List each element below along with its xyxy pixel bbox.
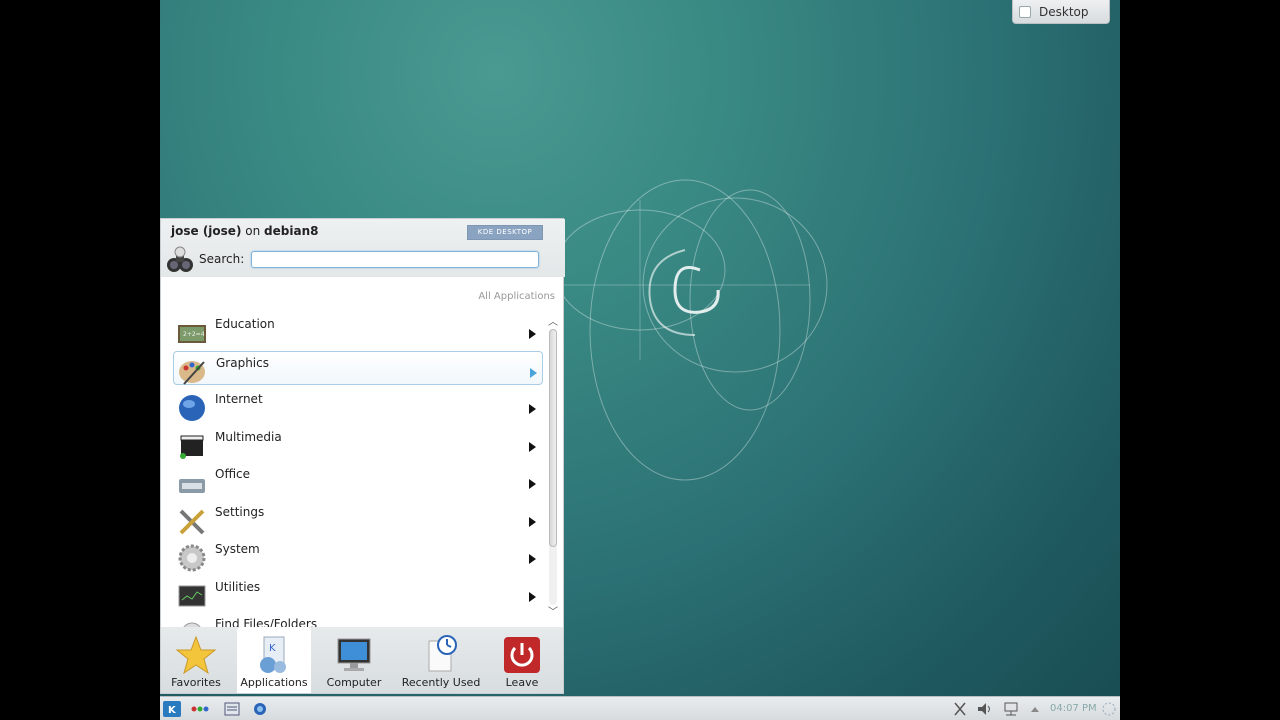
network-icon[interactable] <box>1002 701 1020 717</box>
internet-icon <box>179 395 205 421</box>
svg-text:2+2=4: 2+2=4 <box>183 331 205 338</box>
star-icon <box>176 635 216 675</box>
search-input[interactable] <box>251 251 539 268</box>
scrollbar[interactable]: ︿ ﹀ <box>547 317 559 627</box>
cashew-icon[interactable] <box>1100 701 1118 717</box>
category-education[interactable]: 2+2=4 Education <box>173 313 543 347</box>
pager-desktop-button[interactable]: Desktop <box>1012 0 1110 24</box>
category-settings[interactable]: Settings <box>173 501 543 535</box>
category-label: Utilities <box>215 580 261 594</box>
tab-label: Recently Used <box>401 676 481 689</box>
tab-computer[interactable]: Computer <box>319 627 389 693</box>
category-label: Graphics <box>216 356 269 370</box>
category-label: Education <box>215 317 275 331</box>
chevron-right-icon <box>529 592 536 602</box>
tab-label: Computer <box>326 676 382 689</box>
svg-text:K: K <box>168 705 177 716</box>
category-label: Internet <box>215 392 263 406</box>
host-name: debian8 <box>264 224 319 238</box>
power-icon <box>504 637 540 673</box>
category-label: Multimedia <box>215 430 282 444</box>
kickoff-menu: jose (jose) on debian8 KDE DESKTOP Searc… <box>160 218 565 694</box>
tab-recently-used[interactable]: Recently Used <box>399 627 483 693</box>
category-multimedia[interactable]: Multimedia <box>173 426 543 460</box>
activities-icon[interactable] <box>190 701 210 717</box>
system-icon <box>178 544 206 572</box>
desktop-icon <box>1019 5 1031 18</box>
applications-icon: K <box>260 636 286 673</box>
all-applications-breadcrumb[interactable]: All Applications <box>478 291 555 302</box>
settings-icon <box>179 509 205 535</box>
recent-icon <box>428 635 457 672</box>
category-system[interactable]: System <box>173 538 543 572</box>
menu-header: jose (jose) on debian8 KDE DESKTOP Searc… <box>161 219 565 277</box>
category-office[interactable]: Office <box>173 463 543 497</box>
tray-expand-icon[interactable] <box>1030 701 1040 717</box>
chevron-right-icon <box>529 554 536 564</box>
clipboard-scissors-icon[interactable] <box>952 701 968 717</box>
education-icon: 2+2=4 <box>178 325 206 343</box>
item-find-files[interactable]: Find Files/Folders <box>173 613 543 627</box>
scroll-thumb[interactable] <box>549 329 557 547</box>
pager-desktop-label: Desktop <box>1039 4 1089 19</box>
tab-leave[interactable]: Leave <box>489 627 555 693</box>
category-label: Settings <box>215 505 265 519</box>
binoculars-icon <box>167 246 193 272</box>
user-name: jose (jose) <box>171 224 242 238</box>
tab-applications[interactable]: K Applications <box>237 627 311 693</box>
chevron-right-icon <box>530 368 537 378</box>
tab-label: Leave <box>505 676 539 689</box>
volume-icon[interactable] <box>976 701 994 717</box>
category-utilities[interactable]: Utilities <box>173 576 543 610</box>
system-settings-icon[interactable] <box>224 701 240 717</box>
chevron-down-icon[interactable]: ﹀ <box>547 607 559 619</box>
category-label: System <box>215 542 260 556</box>
user-host-line: jose (jose) on debian8 <box>171 224 318 238</box>
kde-launcher-icon[interactable]: K <box>163 701 181 717</box>
category-graphics[interactable]: Graphics <box>173 351 543 385</box>
office-icon <box>179 479 205 493</box>
graphics-icon <box>179 361 205 385</box>
chevron-up-icon[interactable]: ︿ <box>547 317 559 329</box>
desktop: Desktop jose (jose) on debian8 KDE DESKT… <box>160 0 1120 720</box>
on-word: on <box>245 224 261 238</box>
taskbar: K 04:07 PM <box>160 696 1120 720</box>
find-icon <box>183 622 201 627</box>
browser-icon[interactable] <box>252 701 268 717</box>
kde-desktop-badge: KDE DESKTOP <box>467 225 543 240</box>
chevron-right-icon <box>529 517 536 527</box>
chevron-right-icon <box>529 404 536 414</box>
computer-icon <box>337 638 371 671</box>
menu-tab-bar: Favorites K Applications Computer Recent… <box>161 627 563 693</box>
search-label: Search: <box>199 252 245 266</box>
clock[interactable]: 04:07 PM <box>1050 703 1097 714</box>
tab-label: Favorites <box>171 676 221 689</box>
multimedia-icon <box>180 435 204 459</box>
chevron-right-icon <box>529 442 536 452</box>
chevron-right-icon <box>529 329 536 339</box>
application-list: All Applications 2+2=4 Education Graphic… <box>161 277 563 627</box>
utilities-icon <box>178 585 206 607</box>
tab-favorites[interactable]: Favorites <box>161 627 231 693</box>
category-internet[interactable]: Internet <box>173 388 543 422</box>
tab-label: Applications <box>240 676 308 689</box>
svg-text:K: K <box>269 643 276 654</box>
chevron-right-icon <box>529 479 536 489</box>
category-label: Office <box>215 467 251 481</box>
item-label: Find Files/Folders <box>215 617 318 627</box>
